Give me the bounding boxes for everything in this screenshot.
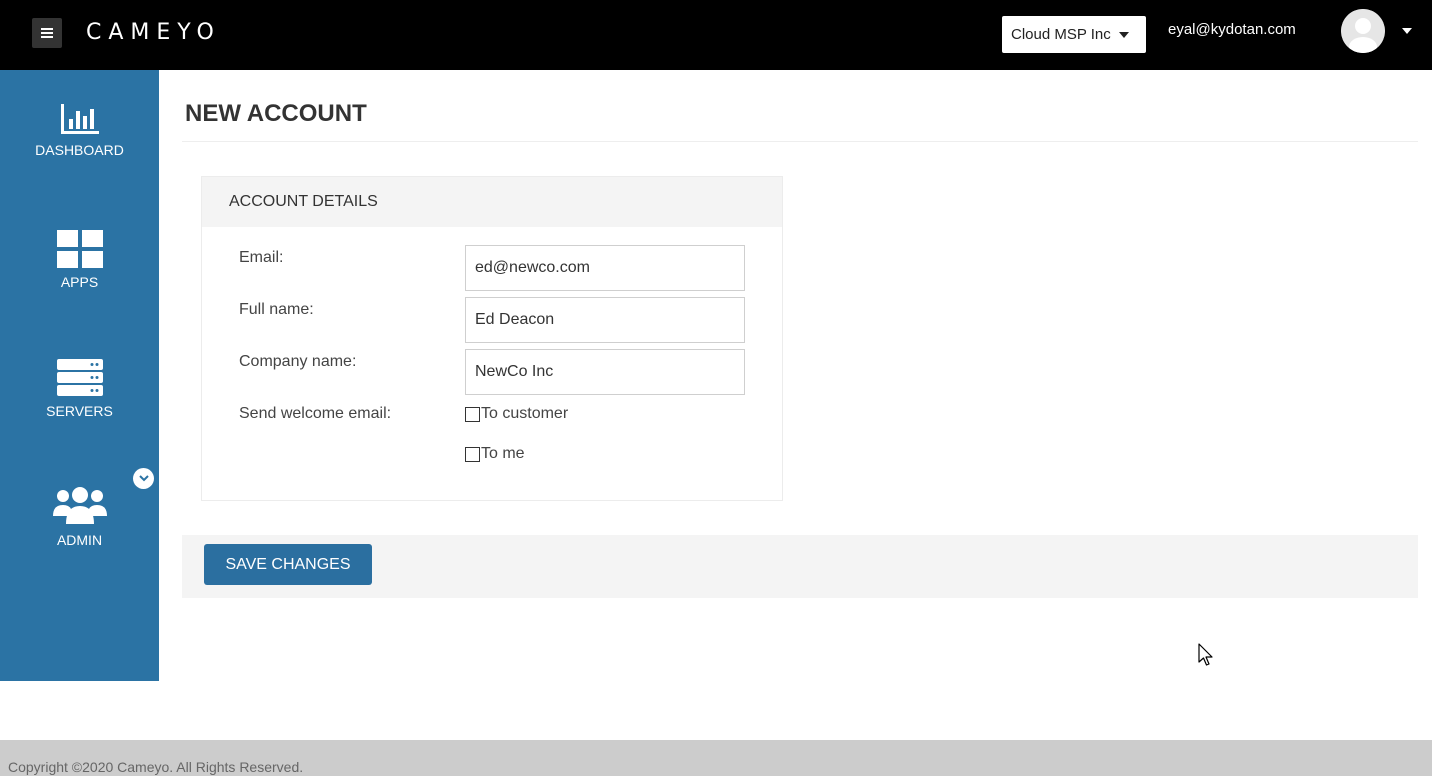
caret-down-icon [1118, 31, 1129, 38]
save-changes-button[interactable]: SAVE CHANGES [204, 544, 372, 585]
company-label: Company name: [239, 353, 357, 370]
welcome-email-label: Send welcome email: [239, 405, 392, 422]
company-field[interactable] [465, 349, 745, 395]
to-me-label: To me [481, 445, 525, 462]
brand-logo[interactable]: CAMEYO [86, 18, 221, 48]
sidebar-item-label: APPS [60, 274, 99, 290]
top-bar: CAMEYO Cloud MSP Inc eyal@kydotan.com [0, 0, 1432, 70]
user-avatar-icon [1341, 9, 1385, 53]
sidebar-item-admin[interactable]: ADMIN [0, 486, 159, 548]
email-field[interactable] [465, 245, 745, 291]
user-email: eyal@kydotan.com [1168, 21, 1296, 38]
user-menu-caret-icon[interactable] [1402, 28, 1412, 34]
hamburger-menu-button[interactable] [32, 18, 62, 48]
sidebar-item-servers[interactable]: SERVERS [0, 359, 159, 419]
bar-chart-icon [60, 104, 99, 134]
hamburger-icon [41, 28, 53, 38]
sidebar-item-label: SERVERS [46, 403, 113, 419]
to-customer-option[interactable]: To customer [465, 405, 568, 423]
title-divider [182, 141, 1418, 142]
server-icon [56, 359, 103, 396]
grid-icon [56, 230, 103, 268]
sidebar-item-label: ADMIN [56, 532, 103, 548]
sidebar-item-apps[interactable]: APPS [0, 230, 159, 290]
fullname-field[interactable] [465, 297, 745, 343]
to-me-checkbox[interactable] [465, 446, 480, 462]
email-label: Email: [239, 249, 284, 266]
to-customer-label: To customer [481, 405, 569, 422]
chevron-down-icon [138, 475, 149, 482]
org-selector-label: Cloud MSP Inc [1011, 26, 1111, 43]
sidebar-item-dashboard[interactable]: DASHBOARD [0, 102, 159, 158]
sidebar: DASHBOARD APPS SERVERS ADMIN [0, 70, 159, 681]
mouse-cursor-icon [1198, 643, 1213, 666]
panel-header: ACCOUNT DETAILS [202, 177, 782, 227]
sidebar-item-label: DASHBOARD [35, 142, 124, 158]
users-icon [52, 487, 107, 524]
page-title: NEW ACCOUNT [185, 100, 367, 127]
fullname-label: Full name: [239, 301, 314, 318]
admin-expand-toggle[interactable] [133, 468, 154, 489]
footer: Copyright ©2020 Cameyo. All Rights Reser… [0, 740, 1432, 776]
copyright-text: Copyright ©2020 Cameyo. All Rights Reser… [8, 759, 304, 775]
to-customer-checkbox[interactable] [465, 406, 480, 422]
org-selector-dropdown[interactable]: Cloud MSP Inc [1002, 16, 1146, 53]
avatar[interactable] [1341, 9, 1385, 53]
to-me-option[interactable]: To me [465, 445, 525, 463]
panel-title: ACCOUNT DETAILS [229, 193, 378, 210]
